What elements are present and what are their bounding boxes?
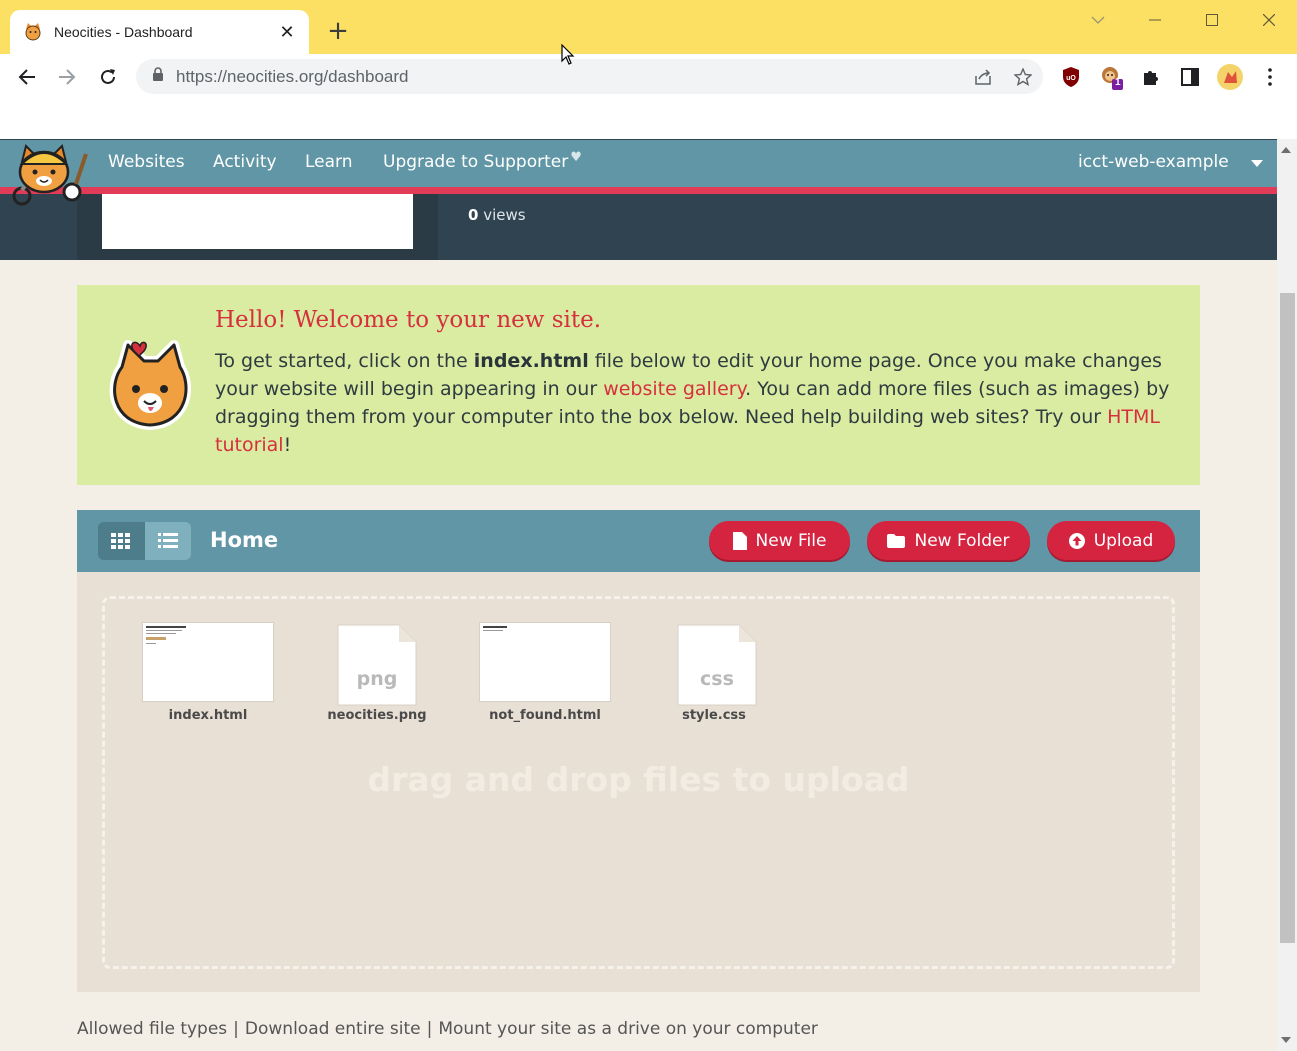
- close-tab-icon[interactable]: ✕: [277, 22, 297, 43]
- back-arrow-icon[interactable]: [12, 62, 42, 92]
- footer-separator: |: [426, 1019, 433, 1039]
- new-file-label: New File: [755, 530, 827, 551]
- nav-websites[interactable]: Websites: [108, 152, 185, 172]
- file-name: not_found.html: [489, 708, 601, 723]
- download-site-link[interactable]: Download entire site: [245, 1019, 421, 1039]
- view-toggle: [98, 522, 191, 560]
- welcome-index-html: index.html: [473, 350, 589, 372]
- nav-activity[interactable]: Activity: [213, 152, 277, 172]
- welcome-text: To get started, click on the index.html …: [215, 347, 1175, 459]
- url-text[interactable]: https://neocities.org/dashboard: [176, 67, 963, 87]
- file-name: index.html: [168, 708, 248, 723]
- upload-label: Upload: [1093, 530, 1154, 551]
- file-thumbnail: [479, 622, 611, 702]
- nav-upgrade-label: Upgrade to Supporter: [383, 152, 569, 172]
- website-gallery-link[interactable]: website gallery: [603, 378, 745, 400]
- neocities-cat-icon: [22, 21, 44, 43]
- share-icon[interactable]: [963, 59, 1003, 94]
- reload-icon[interactable]: [93, 62, 123, 92]
- forward-arrow-icon[interactable]: [52, 62, 82, 92]
- navbar-accent-stripe: [0, 187, 1277, 194]
- upload-button[interactable]: Upload: [1047, 521, 1175, 560]
- file-name: style.css: [682, 708, 746, 723]
- png-file-icon: [337, 624, 417, 706]
- close-window-button[interactable]: [1240, 0, 1297, 40]
- minimize-button[interactable]: [1126, 0, 1183, 40]
- heart-icon: ♥: [570, 150, 582, 165]
- side-panel-icon[interactable]: [1175, 62, 1205, 92]
- browser-tab-active[interactable]: Neocities - Dashboard ✕: [10, 10, 309, 54]
- tampermonkey-extension-icon[interactable]: 1: [1097, 62, 1127, 92]
- views-count: 0: [468, 206, 479, 224]
- welcome-cat-icon: [102, 337, 198, 435]
- browser-titlebar: Neocities - Dashboard ✕ +: [0, 0, 1297, 54]
- ublock-shield-icon[interactable]: uO: [1056, 62, 1086, 92]
- tab-title: Neocities - Dashboard: [54, 24, 193, 40]
- bookmark-star-icon[interactable]: [1003, 59, 1043, 94]
- extensions-puzzle-icon[interactable]: [1136, 62, 1166, 92]
- nav-upgrade-supporter[interactable]: Upgrade to Supporter ♥: [383, 150, 582, 172]
- user-menu-caret-icon[interactable]: [1251, 160, 1263, 167]
- folder-icon: [887, 533, 906, 548]
- welcome-title: Hello! Welcome to your new site.: [215, 307, 602, 333]
- scroll-down-arrow-icon[interactable]: [1281, 1037, 1291, 1043]
- extension-badge-count: 1: [1115, 77, 1121, 88]
- svg-text:uO: uO: [1066, 75, 1076, 82]
- new-file-button[interactable]: New File: [709, 521, 850, 560]
- browser-toolbar: https://neocities.org/dashboard uO 1: [0, 54, 1297, 100]
- allowed-file-types-link[interactable]: Allowed file types: [77, 1019, 227, 1039]
- views-stat: 0 views: [468, 206, 526, 224]
- new-tab-button[interactable]: +: [324, 18, 352, 46]
- file-item-neocities-png[interactable]: png neocities.png: [302, 622, 452, 728]
- mouse-cursor-icon: [561, 43, 575, 66]
- window-controls: [1069, 0, 1297, 40]
- mount-drive-link[interactable]: Mount your site as a drive on your compu…: [438, 1019, 818, 1039]
- address-bar[interactable]: https://neocities.org/dashboard: [136, 59, 1043, 94]
- lock-icon[interactable]: [152, 67, 164, 86]
- browser-menu-icon[interactable]: [1255, 62, 1285, 92]
- list-view-icon[interactable]: [144, 522, 191, 560]
- file-extension-label: png: [356, 668, 398, 690]
- maximize-button[interactable]: [1183, 0, 1240, 40]
- nav-learn[interactable]: Learn: [305, 152, 353, 172]
- grid-view-icon[interactable]: [98, 522, 145, 560]
- welcome-text-1: To get started, click on the: [215, 350, 474, 372]
- page-top-gap: [0, 100, 1297, 139]
- file-item-style-css[interactable]: css style.css: [639, 622, 789, 728]
- dropzone-text: drag and drop files to upload: [367, 760, 910, 799]
- new-folder-label: New Folder: [914, 530, 1010, 551]
- file-manager-footer: Allowed file types | Download entire site |…: [77, 1019, 818, 1039]
- site-screenshot-thumbnail[interactable]: [102, 190, 413, 249]
- neocities-logo[interactable]: [2, 140, 90, 212]
- file-thumbnail: [142, 622, 274, 702]
- scroll-up-arrow-icon[interactable]: [1281, 147, 1291, 153]
- file-item-not-found-html[interactable]: not_found.html: [470, 622, 620, 728]
- file-icon: [732, 531, 747, 550]
- welcome-text-4: !: [283, 434, 292, 456]
- user-menu[interactable]: icct-web-example: [1078, 152, 1229, 172]
- upload-icon: [1068, 532, 1085, 549]
- css-file-icon: [677, 624, 757, 706]
- tab-search-icon[interactable]: [1069, 0, 1126, 40]
- file-extension-label: css: [700, 668, 734, 690]
- file-manager-title: Home: [210, 528, 279, 552]
- views-label: views: [478, 206, 526, 224]
- new-folder-button[interactable]: New Folder: [867, 521, 1030, 560]
- footer-separator: |: [233, 1019, 239, 1039]
- scrollbar-thumb[interactable]: [1280, 293, 1295, 943]
- file-name: neocities.png: [327, 708, 427, 723]
- file-item-index-html[interactable]: index.html: [133, 622, 283, 728]
- profile-avatar[interactable]: [1215, 62, 1245, 92]
